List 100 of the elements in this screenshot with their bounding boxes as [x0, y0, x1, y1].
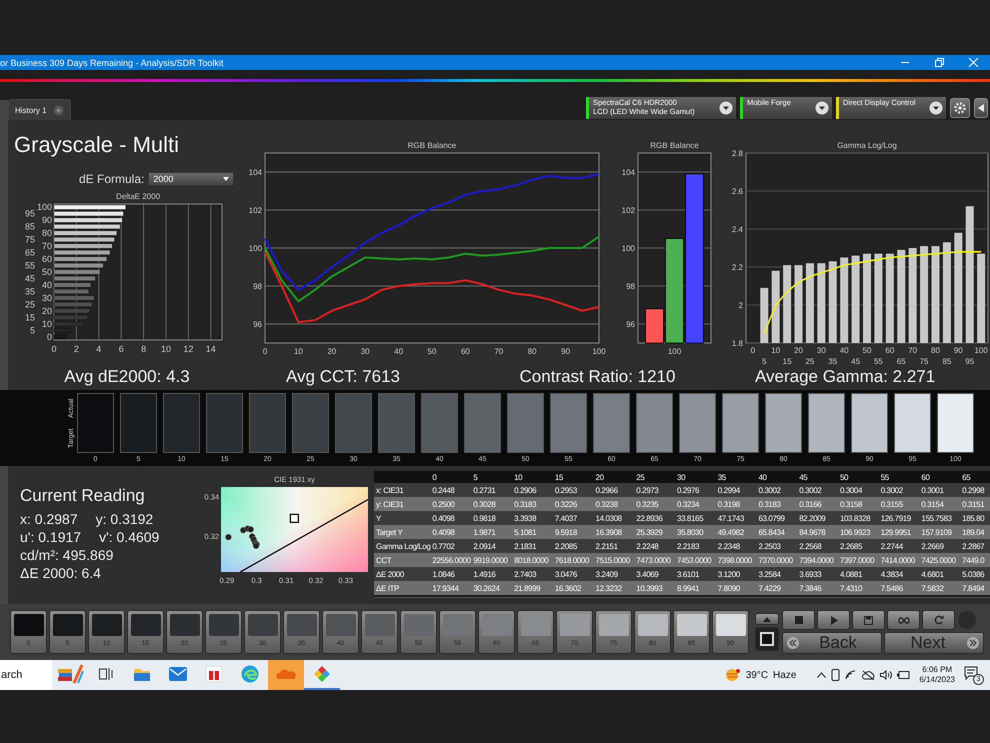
next-button[interactable]: Next	[884, 632, 984, 654]
chevron-up-icon[interactable]	[817, 672, 826, 678]
mail-icon	[169, 667, 187, 681]
notification-icon[interactable]	[964, 666, 978, 680]
bar	[54, 256, 107, 262]
table-cell: 106.9923	[838, 525, 879, 539]
table-cell: 9.5918	[552, 525, 594, 539]
table-cell: 7.4310	[838, 581, 879, 595]
column-header: 50	[838, 471, 879, 483]
tab[interactable]: History 1	[8, 99, 71, 120]
refresh-button[interactable]	[922, 610, 955, 630]
row-label: ΔE 2000	[374, 567, 430, 581]
cloud-icon	[276, 668, 296, 680]
bar	[54, 289, 89, 294]
diamond-icon	[313, 665, 331, 683]
axis-label: 100	[668, 347, 682, 356]
summary-value: Avg dE2000: 4.3	[64, 367, 190, 387]
table-cell: 0.3198	[716, 497, 756, 511]
battery-icon[interactable]	[897, 671, 910, 679]
play-button[interactable]	[817, 610, 850, 630]
axis-label: 2	[738, 301, 743, 310]
row-label: y: CIE31	[374, 497, 430, 511]
axis-label: 50	[42, 267, 52, 277]
table-cell: 2.2348	[716, 539, 756, 553]
row-label: CCT	[374, 553, 430, 567]
axis-label: 5	[30, 325, 35, 336]
axis-label: 100	[622, 244, 636, 253]
table-cell: 7.8494	[960, 581, 990, 595]
table-cell: 7453.0000	[675, 553, 716, 567]
refresh-icon	[934, 615, 944, 625]
axis-label: 40	[394, 347, 404, 356]
stop-button[interactable]	[755, 627, 779, 651]
table-cell: 7.4229	[756, 581, 798, 595]
eject-button[interactable]	[755, 613, 779, 625]
back-button[interactable]: Back	[782, 632, 882, 654]
data-point	[225, 534, 232, 540]
reading-title: Current Reading	[20, 486, 146, 506]
speaker-icon[interactable]	[880, 670, 892, 680]
table-cell: 33.8165	[675, 511, 716, 525]
table-cell: 2.2248	[634, 539, 676, 553]
axis-label: 75	[919, 357, 928, 364]
table-cell: 7515.0000	[594, 553, 634, 567]
table-cell: 7.5832	[919, 581, 960, 595]
table-cell: 2.2685	[838, 539, 879, 553]
table-cell: 0.4098	[430, 525, 472, 539]
wifi-icon[interactable]	[845, 670, 858, 680]
loop-button[interactable]	[887, 610, 920, 630]
clock-time[interactable]: 6:06 PM	[922, 665, 952, 675]
formula-dropdown[interactable]: 2000	[148, 172, 234, 186]
axis-label: 2.6	[732, 187, 743, 196]
bar	[54, 250, 110, 255]
bar	[54, 263, 104, 268]
stop-icon	[794, 616, 802, 624]
caret-icon	[815, 100, 829, 114]
column-header: 0	[430, 471, 472, 483]
axis-label: 98	[253, 282, 262, 291]
axis-label: 0	[52, 344, 56, 354]
table-cell: 0.2994	[716, 483, 756, 497]
table-cell: 3.2584	[756, 567, 798, 581]
table-cell: 0.3028	[471, 497, 512, 511]
axis-label: 15	[24, 312, 35, 322]
axis-label: 100	[974, 346, 988, 355]
table-cell: 2.2085	[552, 539, 594, 553]
table-cell: 0.3234	[675, 497, 716, 511]
table-cell: 7414.0000	[878, 553, 920, 567]
close-icon[interactable]	[968, 58, 978, 67]
table-cell: 2.2669	[919, 539, 960, 553]
save-button[interactable]	[852, 610, 885, 630]
settings-button[interactable]	[950, 98, 970, 118]
reading-value: x: 0.2987	[20, 510, 78, 528]
table-cell: 7397.0000	[838, 553, 879, 567]
table-cell: 3.0476	[552, 567, 594, 581]
cloud-off-icon[interactable]	[862, 670, 876, 680]
table-cell: 0.3183	[756, 497, 798, 511]
axis-label: 102	[622, 206, 636, 215]
table-cell: 0.3154	[919, 497, 960, 511]
table-cell: 5.1081	[512, 525, 553, 539]
axis-label: 90	[954, 346, 963, 355]
collapse-button[interactable]	[974, 98, 988, 118]
column-header: 25	[634, 471, 676, 483]
axis-label: 80	[42, 228, 52, 238]
table-cell: 1.4916	[471, 567, 512, 581]
axis-label: 90	[561, 347, 570, 356]
table-cell: 8.9941	[675, 581, 716, 595]
stop-button[interactable]	[782, 610, 815, 630]
page-title: Grayscale - Multi	[14, 132, 180, 158]
table-cell: 17.9344	[430, 581, 472, 595]
table-cell: 0.2953	[552, 483, 594, 497]
search-field[interactable]: arch	[0, 660, 52, 690]
table-cell: 10.3993	[634, 581, 676, 595]
table-cell: 16.3602	[552, 581, 594, 595]
restore-icon[interactable]	[934, 58, 944, 67]
phone-icon[interactable]	[831, 669, 840, 681]
axis-label: 20	[794, 346, 803, 355]
clock-date[interactable]: 6/14/2023	[919, 675, 955, 685]
plus-icon[interactable]	[52, 104, 64, 116]
summary-value: Contrast Ratio: 1210	[520, 367, 676, 387]
scrollbar[interactable]	[374, 597, 990, 604]
table-cell: 0.3002	[878, 483, 920, 497]
table-cell: 2.1831	[512, 539, 553, 553]
